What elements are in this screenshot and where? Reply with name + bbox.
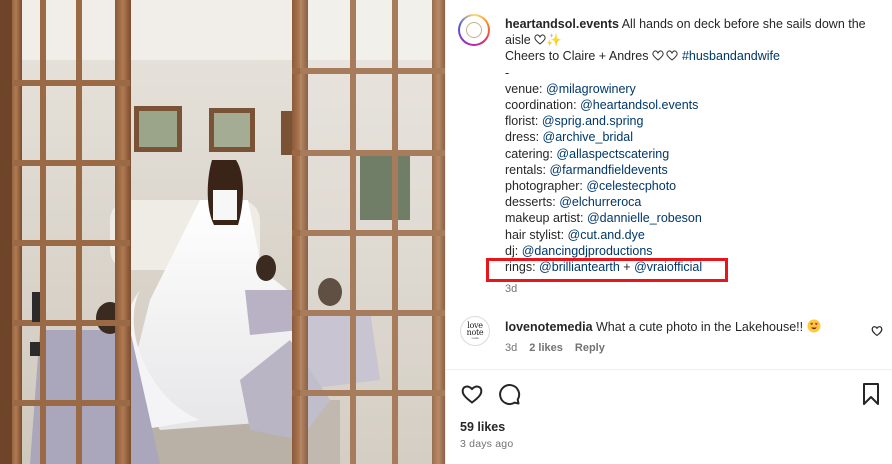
mention-link[interactable]: @cut.and.dye: [568, 228, 645, 242]
mention-link[interactable]: @dancingdjproductions: [522, 244, 653, 258]
white-heart-icon: [652, 50, 664, 62]
credits-list: venue: @milagrowinery coordination: @hear…: [505, 81, 885, 275]
mention-link[interactable]: @milagrowinery: [546, 82, 636, 96]
post-timestamp[interactable]: 3d: [505, 283, 517, 295]
mention-link[interactable]: @allaspectscatering: [556, 147, 669, 161]
heart-eyes-emoji-icon: [807, 319, 821, 333]
credit-line: photographer: @celestecphoto: [505, 178, 885, 194]
mention-link[interactable]: @celestecphoto: [586, 179, 676, 193]
bride-getting-ready-photo: [0, 0, 445, 464]
mention-link[interactable]: @archive_bridal: [543, 130, 634, 144]
credit-label: coordination:: [505, 98, 581, 113]
heart-icon[interactable]: [460, 382, 484, 406]
mention-link[interactable]: @farmandfieldevents: [549, 163, 667, 177]
divider: [446, 369, 892, 370]
mention-link[interactable]: @vraiofficial: [634, 260, 702, 274]
credit-line: makeup artist: @dannielle_robeson: [505, 210, 885, 226]
comment-bubble-icon[interactable]: [497, 382, 521, 406]
credit-label: hair stylist:: [505, 227, 568, 242]
credit-line: dress: @archive_bridal: [505, 129, 885, 145]
credit-line: florist: @sprig.and.spring: [505, 113, 885, 129]
caption-dash: -: [505, 65, 510, 80]
sparkles-icon: ✨: [546, 33, 562, 48]
credit-label: rentals:: [505, 162, 550, 177]
credit-label: makeup artist:: [505, 211, 587, 226]
credit-line: venue: @milagrowinery: [505, 81, 885, 97]
credit-line: catering: @allaspectscatering: [505, 146, 885, 162]
credit-label: desserts:: [505, 195, 560, 210]
post-caption: heartandsol.events All hands on deck bef…: [505, 16, 885, 275]
author-logo-icon: [466, 22, 482, 38]
comment-reply-button[interactable]: Reply: [575, 342, 605, 354]
credit-label: venue:: [505, 81, 547, 96]
post-details-panel: heartandsol.events All hands on deck bef…: [445, 0, 892, 464]
credit-line: hair stylist: @cut.and.dye: [505, 227, 885, 243]
author-avatar[interactable]: [458, 14, 490, 46]
comment-heart-icon[interactable]: [871, 325, 883, 337]
credit-label: rings:: [505, 260, 540, 275]
credit-label: dress:: [505, 130, 543, 145]
mention-link[interactable]: @brilliantearth: [539, 260, 620, 274]
caption-cheers-line: Cheers to Claire + Andres #husbandandwif…: [505, 48, 885, 64]
likes-count[interactable]: 59 likes: [460, 420, 505, 434]
credit-joiner: +: [619, 260, 635, 275]
post-image[interactable]: [0, 0, 445, 464]
cheers-text: Cheers to Claire + Andres: [505, 49, 652, 64]
heart-ribbon-icon: [534, 34, 546, 45]
caption-first-line: heartandsol.events All hands on deck bef…: [505, 16, 885, 48]
comment-time[interactable]: 3d: [505, 342, 517, 354]
mention-link[interactable]: @elchurreroca: [559, 195, 641, 209]
credit-line: dj: @dancingdjproductions: [505, 243, 885, 259]
comment-meta: 3d 2 likes Reply: [505, 342, 617, 354]
hashtag-link[interactable]: #husbandandwife: [682, 49, 780, 63]
commenter-avatar-subtext: media: [471, 336, 479, 340]
mention-link[interactable]: @sprig.and.spring: [542, 114, 644, 128]
author-username[interactable]: heartandsol.events: [505, 17, 619, 31]
credit-line: rentals: @farmandfieldevents: [505, 162, 885, 178]
comment-likes[interactable]: 2 likes: [529, 342, 563, 354]
credit-line: desserts: @elchurreroca: [505, 194, 885, 210]
bookmark-icon[interactable]: [860, 382, 882, 406]
credit-line: rings: @brilliantearth + @vraiofficial: [505, 259, 885, 275]
comment-text: What a cute photo in the Lakehouse!!: [592, 320, 807, 334]
credit-label: catering:: [505, 146, 557, 161]
commenter-username[interactable]: lovenotemedia: [505, 320, 593, 334]
credit-label: florist:: [505, 114, 542, 129]
mention-link[interactable]: @heartandsol.events: [580, 98, 698, 112]
commenter-avatar[interactable]: love note media: [460, 316, 490, 346]
credit-label: dj:: [505, 243, 522, 258]
credit-line: coordination: @heartandsol.events: [505, 97, 885, 113]
mention-link[interactable]: @dannielle_robeson: [587, 211, 702, 225]
comment-body: lovenotemedia What a cute photo in the L…: [505, 319, 821, 334]
credit-label: photographer:: [505, 179, 587, 194]
white-heart-icon: [666, 50, 678, 62]
commenter-avatar-text: love note: [466, 321, 484, 337]
post-date[interactable]: 3 days ago: [460, 438, 513, 450]
